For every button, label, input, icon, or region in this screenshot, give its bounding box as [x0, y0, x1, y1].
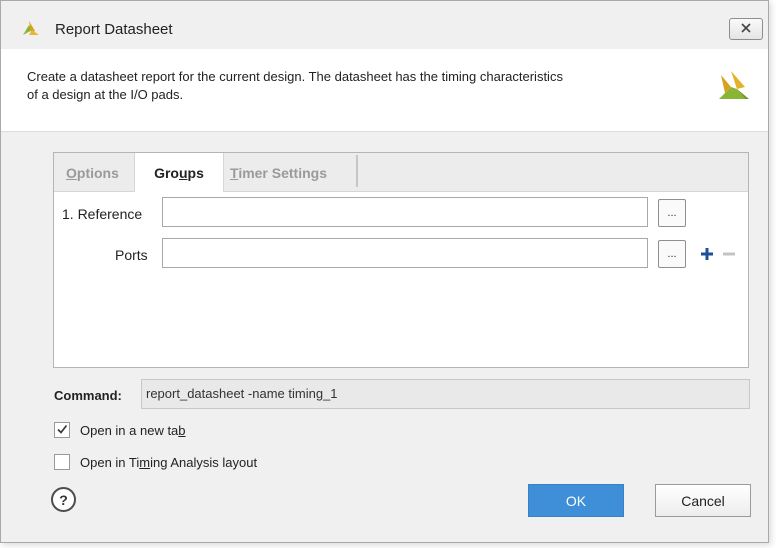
open-new-tab-checkbox[interactable]	[54, 422, 70, 438]
close-icon	[740, 22, 752, 37]
ports-input[interactable]	[162, 238, 648, 268]
help-icon: ?	[59, 491, 68, 508]
reference-input[interactable]	[162, 197, 648, 227]
minus-icon[interactable]	[721, 246, 737, 265]
description-panel: Create a datasheet report for the curren…	[1, 49, 768, 132]
open-new-tab-label: Open in a new tab	[80, 423, 186, 438]
window-title: Report Datasheet	[55, 21, 173, 38]
help-button[interactable]: ?	[51, 487, 76, 512]
reference-browse-button[interactable]: ...	[658, 199, 686, 227]
cancel-button[interactable]: Cancel	[655, 484, 751, 517]
vivado-logo-icon	[21, 17, 41, 37]
dialog-description: Create a datasheet report for the curren…	[27, 68, 697, 104]
plus-icon[interactable]	[699, 246, 715, 265]
tab-timer-settings[interactable]: Timer Settings	[230, 153, 350, 191]
command-field: report_datasheet -name timing_1	[141, 379, 750, 409]
tab-strip: Options Groups Timer Settings	[54, 153, 748, 192]
description-line-1: Create a datasheet report for the curren…	[27, 69, 563, 84]
tab-groups[interactable]: Groups	[134, 153, 224, 192]
title-bar: Report Datasheet	[1, 1, 768, 43]
tab-panel: Options Groups Timer Settings 1. Referen…	[53, 152, 749, 368]
ok-button[interactable]: OK	[528, 484, 624, 517]
checkmark-icon	[56, 423, 68, 438]
report-datasheet-dialog: Report Datasheet Create a datasheet repo…	[0, 0, 769, 543]
open-timing-layout-label: Open in Timing Analysis layout	[80, 455, 258, 470]
close-button[interactable]	[729, 18, 763, 40]
open-timing-layout-checkbox[interactable]	[54, 454, 70, 470]
reference-label: 1. Reference	[62, 206, 143, 222]
vivado-logo-icon	[715, 67, 751, 103]
ports-label: Ports	[115, 247, 148, 263]
tab-options[interactable]: Options	[66, 153, 132, 191]
description-line-2: of a design at the I/O pads.	[27, 87, 184, 102]
ports-browse-button[interactable]: ...	[658, 240, 686, 268]
tab-separator	[356, 155, 358, 187]
command-label: Command:	[54, 388, 122, 403]
